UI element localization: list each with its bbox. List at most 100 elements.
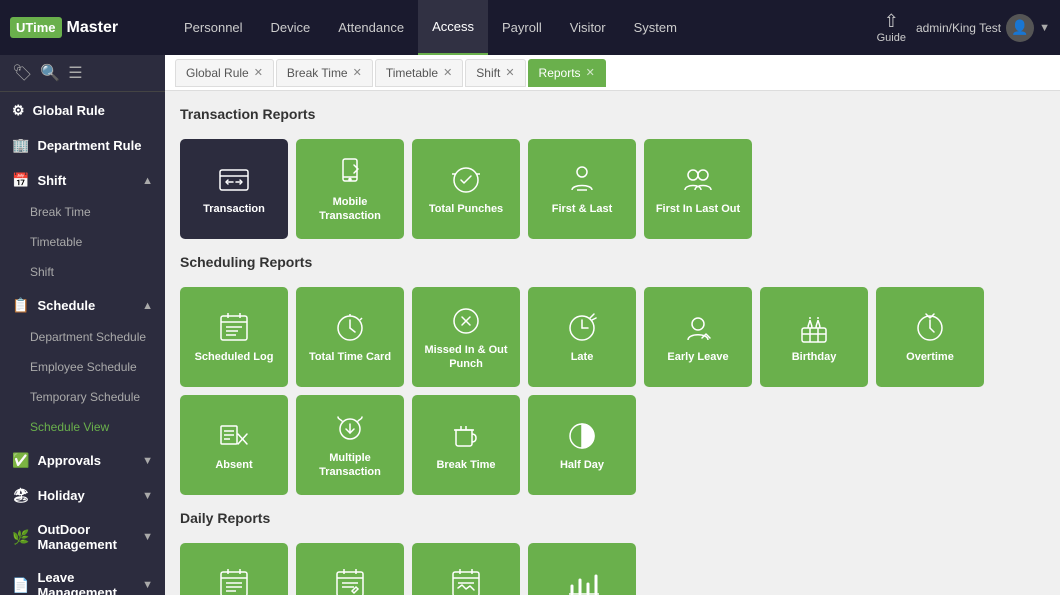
logo-text: Master: [67, 19, 119, 37]
sidebar-timetable[interactable]: Timetable: [0, 227, 165, 257]
nav-attendance[interactable]: Attendance: [324, 0, 418, 55]
search-icon[interactable]: 🔍: [40, 63, 60, 83]
leave-icon: 📄: [12, 577, 29, 594]
sidebar-break-time[interactable]: Break Time: [0, 197, 165, 227]
sidebar-emp-schedule[interactable]: Employee Schedule: [0, 352, 165, 382]
tab-reports-close[interactable]: ✕: [586, 66, 595, 79]
total-time-card-icon: [332, 310, 368, 346]
sidebar-holiday[interactable]: 🏖Holiday ▼: [0, 477, 165, 512]
guide-button[interactable]: ⇧ Guide: [877, 11, 906, 44]
transaction-icon: [216, 162, 252, 198]
nav-device[interactable]: Device: [257, 0, 325, 55]
missed-punch-icon: [448, 303, 484, 339]
tab-reports-label: Reports: [539, 66, 581, 80]
first-last-icon: [564, 162, 600, 198]
absent-icon: [216, 418, 252, 454]
sidebar-schedule-label: Schedule: [37, 298, 95, 313]
tab-timetable-close[interactable]: ✕: [443, 66, 452, 79]
holiday-icon: 🏖: [12, 487, 30, 504]
card-break-time-label: Break Time: [436, 459, 495, 472]
app-logo[interactable]: UTime Master: [10, 17, 150, 38]
tab-reports[interactable]: Reports ✕: [528, 59, 606, 87]
sidebar-outdoor-label: OutDoor Management: [37, 522, 142, 552]
card-overtime[interactable]: Overtime: [876, 287, 984, 387]
break-time-icon: [448, 418, 484, 454]
card-half-day-label: Half Day: [560, 459, 604, 472]
card-birthday[interactable]: Birthday: [760, 287, 868, 387]
card-total-punches[interactable]: Total Punches: [412, 139, 520, 239]
tab-break-time[interactable]: Break Time ✕: [276, 59, 373, 87]
sidebar-dept-schedule[interactable]: Department Schedule: [0, 322, 165, 352]
tab-shift[interactable]: Shift ✕: [465, 59, 525, 87]
card-daily-status[interactable]: Daily Status: [528, 543, 636, 595]
card-multiple-transaction-label: Multiple Transaction: [304, 452, 396, 478]
dept-rule-icon: 🏢: [12, 137, 29, 154]
tab-global-rule[interactable]: Global Rule ✕: [175, 59, 274, 87]
card-daily-summary[interactable]: Daily Summary: [412, 543, 520, 595]
tag-icon[interactable]: 🏷: [12, 63, 32, 83]
tab-global-rule-label: Global Rule: [186, 66, 249, 80]
menu-icon[interactable]: ☰: [68, 63, 82, 83]
card-daily-attendance[interactable]: Daily Attendance: [180, 543, 288, 595]
user-name: admin/King Test: [916, 21, 1001, 35]
first-in-last-out-icon: [680, 162, 716, 198]
card-absent[interactable]: Absent: [180, 395, 288, 495]
card-mobile-label: Mobile Transaction: [304, 196, 396, 222]
card-daily-details[interactable]: Daily Details: [296, 543, 404, 595]
global-rule-icon: ⚙: [12, 102, 25, 119]
card-missed-punch[interactable]: Missed In & Out Punch: [412, 287, 520, 387]
user-chevron: ▼: [1039, 22, 1050, 34]
scheduled-log-icon: [216, 310, 252, 346]
sidebar-outdoor[interactable]: 🌿 OutDoor Management ▼: [0, 512, 165, 560]
sidebar-schedule-view[interactable]: Schedule View: [0, 412, 165, 442]
nav-payroll[interactable]: Payroll: [488, 0, 556, 55]
sidebar-dept-rule-label: Department Rule: [37, 138, 141, 153]
overtime-icon: [912, 310, 948, 346]
card-half-day[interactable]: Half Day: [528, 395, 636, 495]
sidebar-approvals[interactable]: ✅Approvals ▼: [0, 442, 165, 477]
card-multiple-transaction[interactable]: Multiple Transaction: [296, 395, 404, 495]
card-overtime-label: Overtime: [906, 351, 954, 364]
sidebar-leave-label: Leave Management: [37, 570, 142, 595]
sidebar-global-rule[interactable]: ⚙Global Rule: [0, 92, 165, 127]
sidebar-temp-schedule[interactable]: Temporary Schedule: [0, 382, 165, 412]
card-break-time[interactable]: Break Time: [412, 395, 520, 495]
sidebar-schedule-header[interactable]: 📋Schedule ▲: [0, 287, 165, 322]
outdoor-icon: 🌿: [12, 529, 29, 546]
card-scheduled-log-label: Scheduled Log: [195, 351, 274, 364]
card-mobile-transaction[interactable]: Mobile Transaction: [296, 139, 404, 239]
shift-chevron: ▲: [142, 175, 153, 187]
card-late[interactable]: Late: [528, 287, 636, 387]
user-info[interactable]: admin/King Test 👤 ▼: [916, 14, 1050, 42]
sidebar-shift[interactable]: Shift: [0, 257, 165, 287]
late-icon: [564, 310, 600, 346]
card-first-in-last-out[interactable]: First In Last Out: [644, 139, 752, 239]
outdoor-chevron: ▼: [142, 531, 153, 543]
nav-access[interactable]: Access: [418, 0, 488, 55]
schedule-icon: 📋: [12, 297, 29, 314]
nav-right: ⇧ Guide admin/King Test 👤 ▼: [877, 11, 1050, 44]
tab-shift-close[interactable]: ✕: [505, 66, 514, 79]
sidebar-leave[interactable]: 📄 Leave Management ▼: [0, 560, 165, 595]
tab-timetable[interactable]: Timetable ✕: [375, 59, 463, 87]
tab-break-time-close[interactable]: ✕: [353, 66, 362, 79]
transaction-section-title: Transaction Reports: [180, 106, 1045, 127]
card-total-time-card[interactable]: Total Time Card: [296, 287, 404, 387]
card-transaction[interactable]: Transaction: [180, 139, 288, 239]
leave-chevron: ▼: [142, 579, 153, 591]
early-leave-icon: [680, 310, 716, 346]
sidebar-approvals-label: Approvals: [37, 453, 101, 468]
sidebar-department-rule[interactable]: 🏢 Department Rule: [0, 127, 165, 162]
nav-system[interactable]: System: [620, 0, 691, 55]
nav-personnel[interactable]: Personnel: [170, 0, 257, 55]
card-first-last[interactable]: First & Last: [528, 139, 636, 239]
sidebar-top-icons: 🏷 🔍 ☰: [0, 55, 165, 92]
card-total-time-card-label: Total Time Card: [309, 351, 391, 364]
half-day-icon: [564, 418, 600, 454]
nav-visitor[interactable]: Visitor: [556, 0, 620, 55]
card-scheduled-log[interactable]: Scheduled Log: [180, 287, 288, 387]
scheduling-section-title: Scheduling Reports: [180, 254, 1045, 275]
card-early-leave[interactable]: Early Leave: [644, 287, 752, 387]
tab-global-rule-close[interactable]: ✕: [254, 66, 263, 79]
sidebar-shift-header[interactable]: 📅Shift ▲: [0, 162, 165, 197]
